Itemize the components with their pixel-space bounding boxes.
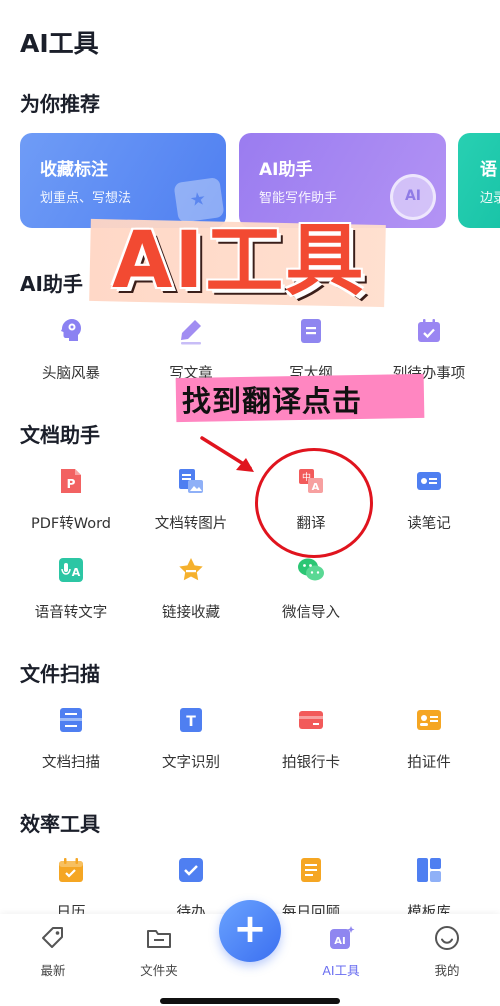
outline-icon <box>301 319 321 343</box>
section-title-doc: 文档助手 <box>20 423 100 447</box>
pen-icon <box>181 320 201 345</box>
section-title-ai: AI助手 <box>20 272 83 296</box>
svg-text:A: A <box>72 566 81 579</box>
overlay-banner-title: AI工具 <box>112 216 366 306</box>
scan-doc-icon <box>60 708 82 732</box>
tool-calendar[interactable]: 日历 <box>16 855 126 922</box>
pdf-icon: P <box>61 469 81 493</box>
svg-text:T: T <box>186 714 196 730</box>
tool-brainstorm[interactable]: 头脑风暴 <box>16 316 126 383</box>
tool-link-favorite[interactable]: 链接收藏 <box>136 555 246 622</box>
recommend-card-voice[interactable]: 语 边录 <box>458 133 500 228</box>
profile-icon <box>435 926 459 950</box>
card-subtitle: 边录 <box>480 191 500 206</box>
wechat-icon <box>298 558 324 581</box>
card-title: 收藏标注 <box>40 160 108 180</box>
card-title: 语 <box>480 160 497 180</box>
highlight-circle <box>255 448 373 558</box>
tool-write-article[interactable]: 写文章 <box>136 316 246 383</box>
bank-card-icon <box>299 711 323 729</box>
home-indicator <box>160 998 340 1004</box>
tool-read-notes[interactable]: 读笔记 <box>374 466 484 533</box>
tool-wechat-import[interactable]: 微信导入 <box>256 555 366 622</box>
nav-item-ai-tools[interactable]: AI AI工具 <box>301 924 381 979</box>
folder-icon <box>147 930 171 948</box>
arrow-pointer-icon <box>200 436 254 472</box>
ocr-icon: T <box>180 708 202 732</box>
star-icon <box>179 558 203 581</box>
tool-voice-to-text[interactable]: A 语音转文字 <box>16 555 126 622</box>
checkbox-icon <box>179 858 203 882</box>
svg-text:AI: AI <box>334 936 345 947</box>
card-title: AI助手 <box>259 160 313 180</box>
nav-item-profile[interactable]: 我的 <box>407 924 487 979</box>
id-card-icon <box>417 710 441 730</box>
calendar-icon <box>59 858 83 882</box>
tool-bank-card[interactable]: 拍银行卡 <box>256 705 366 772</box>
tool-todo-list[interactable]: 列待办事项 <box>374 316 484 383</box>
tool-outline[interactable]: 写大纲 <box>256 316 366 383</box>
tool-doc-scan[interactable]: 文档扫描 <box>16 705 126 772</box>
tool-pdf-to-word[interactable]: P PDF转Word <box>16 466 126 533</box>
page-title: AI工具 <box>20 29 99 58</box>
voice-text-icon: A <box>59 558 83 582</box>
overlay-hint-text: 找到翻译点击 <box>182 384 363 418</box>
tool-ocr[interactable]: T 文字识别 <box>136 705 246 772</box>
review-icon <box>301 858 321 882</box>
read-note-icon <box>417 472 441 490</box>
brain-icon <box>61 319 81 341</box>
nav-item-folder[interactable]: 文件夹 <box>119 924 199 979</box>
todo-icon <box>418 319 440 342</box>
tool-template-library[interactable]: 模板库 <box>374 855 484 922</box>
template-icon <box>417 858 441 882</box>
ai-badge-icon: AI <box>390 174 436 220</box>
svg-text:P: P <box>67 477 76 491</box>
section-title-efficiency: 效率工具 <box>20 812 100 836</box>
ai-tools-icon: AI <box>330 926 355 949</box>
section-title-scan: 文件扫描 <box>20 662 100 686</box>
add-button[interactable]: + <box>219 900 281 962</box>
tool-id-card[interactable]: 拍证件 <box>374 705 484 772</box>
section-title-recommend: 为你推荐 <box>20 92 100 116</box>
nav-item-latest[interactable]: 最新 <box>13 924 93 979</box>
tag-icon <box>42 927 63 948</box>
